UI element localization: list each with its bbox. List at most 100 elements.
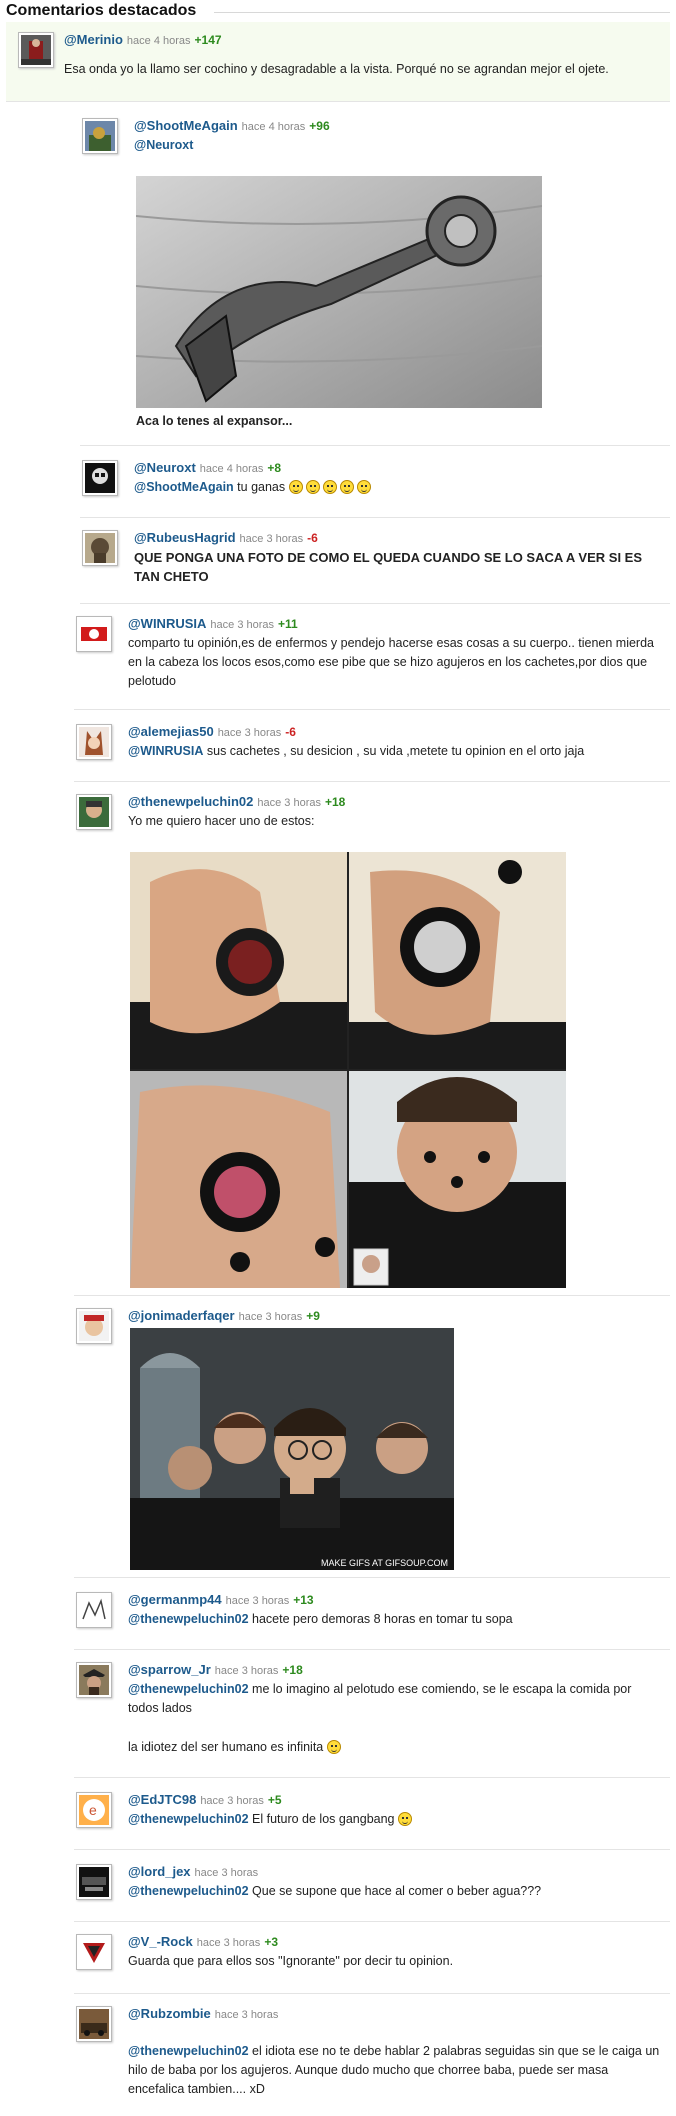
timestamp: hace 3 horas — [210, 619, 275, 631]
comment: @V_-Rock hace 3 horas +3 Guarda que para e… — [74, 1924, 670, 1994]
username-link[interactable]: @Neuroxt — [134, 460, 196, 475]
comment-divider — [74, 1577, 670, 1578]
username-link[interactable]: @thenewpeluchin02 — [128, 794, 253, 809]
username-link[interactable]: @Rubzombie — [128, 2006, 211, 2021]
key-photo[interactable] — [136, 176, 542, 408]
comment-body: @thenewpeluchin02 Que se supone que hace… — [128, 1882, 658, 1901]
vote-score: -6 — [285, 725, 296, 739]
emoticon-icon — [356, 480, 371, 494]
comment-body: @thenewpeluchin02 hacete pero demoras 8 … — [128, 1610, 658, 1629]
avatar[interactable] — [82, 530, 118, 566]
mention-link[interactable]: @thenewpeluchin02 — [128, 1812, 249, 1826]
avatar[interactable] — [76, 1864, 112, 1900]
comment: @alemejias50 hace 3 horas -6 @WINRUSIA sus… — [74, 712, 670, 782]
mention-link[interactable]: @thenewpeluchin02 — [128, 2044, 249, 2058]
comment-meta: @thenewpeluchin02 hace 3 horas +18 — [128, 794, 345, 811]
mention-link[interactable]: @thenewpeluchin02 — [128, 1612, 249, 1626]
timestamp: hace 3 horas — [196, 1937, 261, 1949]
timestamp: hace 3 horas — [225, 1595, 290, 1607]
avatar[interactable] — [18, 32, 54, 68]
mention-link[interactable]: @thenewpeluchin02 — [128, 1884, 249, 1898]
username-link[interactable]: @Merinio — [64, 32, 123, 47]
comment-divider — [74, 781, 670, 782]
comment-body: @thenewpeluchin02 el idiota ese no te de… — [128, 2042, 663, 2099]
vote-score: +11 — [278, 617, 298, 631]
avatar[interactable] — [76, 1662, 112, 1698]
section-title: Comentarios destacados — [6, 2, 197, 19]
comment-meta: @alemejias50 hace 3 horas -6 — [128, 724, 296, 741]
avatar[interactable] — [76, 1592, 112, 1628]
avatar[interactable] — [76, 616, 112, 652]
comment-divider — [74, 1849, 670, 1850]
comment-divider — [80, 603, 670, 604]
username-link[interactable]: @jonimaderfaqer — [128, 1308, 235, 1323]
mention-link[interactable]: @WINRUSIA — [128, 744, 203, 758]
comment-text: la idiotez del ser humano es infinita — [128, 1740, 324, 1754]
vote-score: +96 — [309, 119, 330, 133]
mention-link[interactable]: @ShootMeAgain — [134, 480, 234, 494]
svg-text:e: e — [89, 1802, 97, 1818]
comment-meta: @ShootMeAgain hace 4 horas +96 — [134, 118, 330, 135]
avatar[interactable]: e — [76, 1792, 112, 1828]
username-link[interactable]: @sparrow_Jr — [128, 1662, 211, 1677]
gif-watermark: MAKE GIFS AT GIFSOUP.COM — [320, 1558, 448, 1568]
comment-text: Yo me quiero hacer uno de estos: — [128, 814, 315, 828]
vote-score: +5 — [267, 1793, 282, 1807]
comment-divider — [6, 101, 670, 102]
username-link[interactable]: @WINRUSIA — [128, 616, 206, 631]
username-link[interactable]: @ShootMeAgain — [134, 118, 238, 133]
comment-text: comparto tu opinión,es de enfermos y pen… — [128, 636, 655, 688]
timestamp: hace 3 horas — [238, 1311, 303, 1323]
username-link[interactable]: @V_-Rock — [128, 1934, 193, 1949]
vote-score: +8 — [267, 461, 282, 475]
comment-divider — [80, 445, 670, 446]
comment-text: El futuro de los gangbang — [252, 1812, 395, 1826]
vote-score: -6 — [307, 531, 318, 545]
avatar[interactable] — [76, 2006, 112, 2042]
stretched-cheek-photo-collage[interactable] — [130, 852, 566, 1288]
comment-divider — [74, 1295, 670, 1296]
comment-text-extra: la idiotez del ser humano es infinita — [128, 1738, 658, 1757]
comment-text: hacete pero demoras 8 horas en tomar tu … — [252, 1612, 513, 1626]
comment-text: tu ganas — [237, 480, 286, 494]
avatar[interactable] — [82, 118, 118, 154]
avatar[interactable] — [76, 1308, 112, 1344]
emoticon-icon — [339, 480, 354, 494]
comment: @Neuroxt hace 4 horas +8 @ShootMeAgain tu … — [80, 448, 670, 518]
username-link[interactable]: @RubeusHagrid — [134, 530, 236, 545]
avatar[interactable] — [76, 1934, 112, 1970]
comment: @Rubzombie hace 3 horas @thenewpeluchin02… — [74, 1996, 670, 2114]
comment: @Merinio hace 4 horas +147 Esa onda yo la … — [6, 22, 670, 102]
comment-text: Guarda que para ellos sos "Ignorante" po… — [128, 1954, 454, 1968]
comment-divider — [74, 709, 670, 710]
comment-meta: @lord_jex hace 3 horas — [128, 1864, 258, 1881]
mention-line: @Neuroxt — [134, 136, 193, 155]
comment-meta: @EdJTC98 hace 3 horas +5 — [128, 1792, 282, 1809]
mention-link[interactable]: @Neuroxt — [134, 138, 193, 152]
comment-divider — [74, 1777, 670, 1778]
comment-meta: @jonimaderfaqer hace 3 horas +9 — [128, 1308, 320, 1325]
username-link[interactable]: @EdJTC98 — [128, 1792, 196, 1807]
comment-divider — [74, 1921, 670, 1922]
mention-link[interactable]: @thenewpeluchin02 — [128, 1682, 249, 1696]
comment-text: QUE PONGA UNA FOTO DE COMO EL QUEDA CUAN… — [134, 550, 643, 584]
username-link[interactable]: @lord_jex — [128, 1864, 191, 1879]
vote-score: +18 — [324, 795, 346, 809]
comment-body: @thenewpeluchin02 El futuro de los gangb… — [128, 1810, 658, 1829]
emoticon-icon — [322, 480, 337, 494]
timestamp: hace 4 horas — [241, 121, 306, 133]
emoticon-icon — [288, 480, 303, 494]
avatar[interactable] — [82, 460, 118, 496]
animated-gif[interactable]: MAKE GIFS AT GIFSOUP.COM — [130, 1328, 454, 1570]
avatar[interactable] — [76, 794, 112, 830]
username-link[interactable]: @alemejias50 — [128, 724, 214, 739]
comment: @thenewpeluchin02 hace 3 horas +18 Yo me q… — [74, 784, 670, 1296]
comment-text: sus cachetes , su desicion , su vida ,me… — [206, 744, 585, 758]
emoticon-icon — [305, 480, 320, 494]
vote-score: +9 — [306, 1309, 320, 1323]
comment-divider — [74, 1993, 670, 1994]
username-link[interactable]: @germanmp44 — [128, 1592, 222, 1607]
comment: e @EdJTC98 hace 3 horas +5 @thenewpeluchin… — [74, 1780, 670, 1850]
avatar[interactable] — [76, 724, 112, 760]
comment-meta: @V_-Rock hace 3 horas +3 — [128, 1934, 278, 1951]
